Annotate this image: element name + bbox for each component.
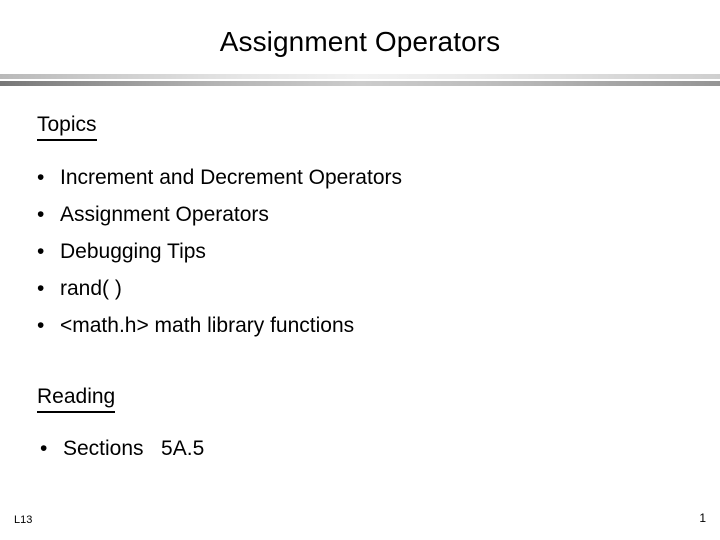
list-item-label: rand( ) [60, 277, 122, 300]
slide-canvas: Assignment Operators Topics • Increment … [0, 0, 720, 540]
list-item: • Assignment Operators [0, 199, 720, 236]
list-item-label: Sections 5A.5 [63, 437, 205, 460]
topics-section-heading: Topics [37, 112, 97, 141]
list-item-label: Increment and Decrement Operators [60, 166, 402, 189]
topics-heading-label: Topics [37, 112, 97, 141]
reading-section-heading: Reading [37, 384, 116, 413]
bullet-dot-icon: • [37, 203, 45, 226]
bullet-dot-icon: • [37, 277, 45, 300]
reading-bullet-list: • Sections 5A.5 [0, 433, 720, 470]
list-item: • Increment and Decrement Operators [0, 162, 720, 199]
bullet-dot-icon: • [37, 314, 45, 337]
topics-bullet-list: • Increment and Decrement Operators • As… [0, 162, 720, 347]
list-item: • rand( ) [0, 273, 720, 310]
footer-label: L13 [14, 514, 33, 526]
bullet-dot-icon: • [37, 240, 45, 263]
list-item-label: Assignment Operators [60, 203, 269, 226]
list-item: • Debugging Tips [0, 236, 720, 273]
divider-bar-bottom [0, 81, 720, 86]
page-number: 1 [699, 511, 706, 525]
list-item: • Sections 5A.5 [0, 433, 720, 470]
title-divider [0, 74, 720, 87]
bullet-dot-icon: • [37, 166, 45, 189]
bullet-dot-icon: • [40, 437, 48, 460]
list-item: • <math.h> math library functions [0, 310, 720, 347]
reading-heading-label: Reading [37, 384, 116, 413]
list-item-label: Debugging Tips [60, 240, 206, 263]
list-item-label: <math.h> math library functions [60, 314, 355, 337]
page-title: Assignment Operators [219, 26, 501, 57]
